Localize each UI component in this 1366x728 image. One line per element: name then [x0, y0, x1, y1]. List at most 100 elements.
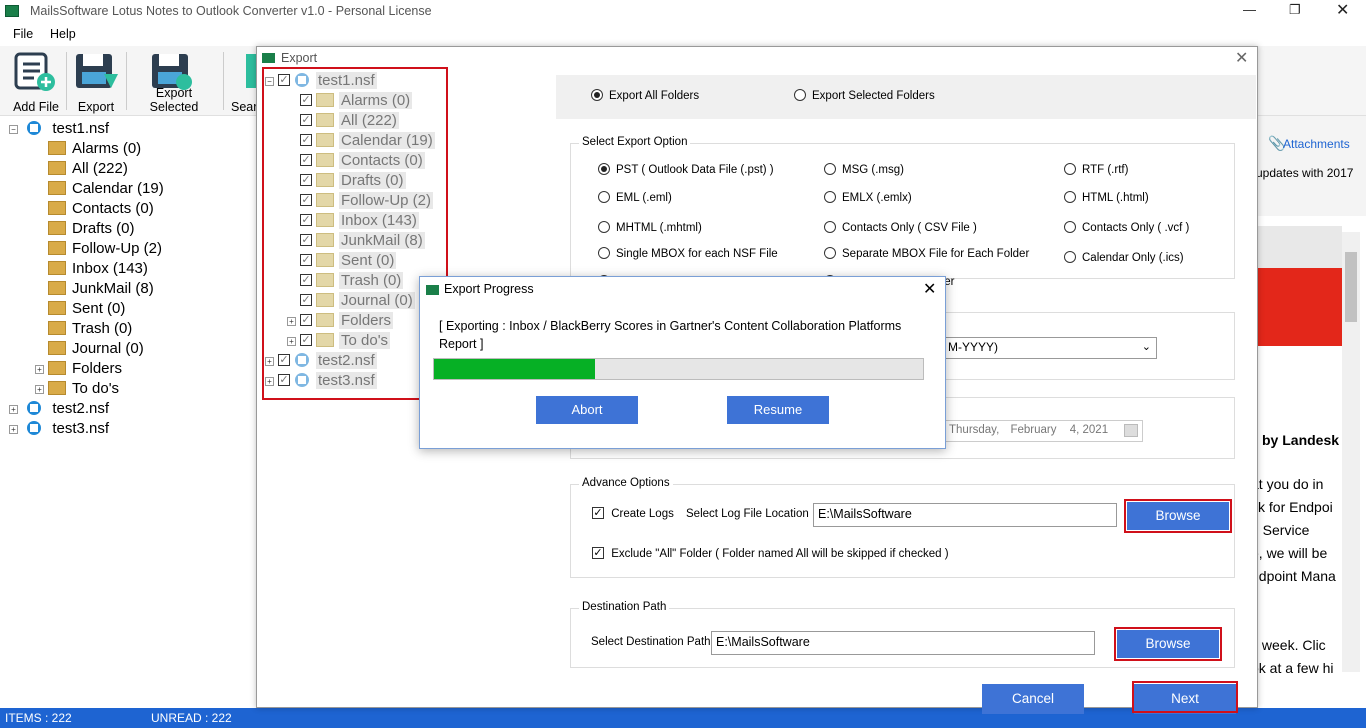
folder-icon — [48, 181, 66, 196]
radio[interactable] — [1064, 221, 1076, 233]
chevron-down-icon: ⌄ — [1141, 341, 1151, 353]
tree-node-test3[interactable]: + test3.nsf — [9, 420, 109, 440]
preview-text-line: ok at a few hi — [1251, 660, 1334, 676]
radio[interactable] — [794, 89, 806, 101]
tree-folder-drafts[interactable]: Drafts (0) — [48, 220, 135, 240]
tree-folder-calendar[interactable]: Calendar (19) — [48, 180, 164, 200]
export-option-title: Select Export Option — [579, 136, 691, 148]
dialog-title: Export — [281, 51, 318, 65]
calendar-icon[interactable] — [1124, 424, 1138, 437]
export-option-label: MHTML (.mhtml) — [616, 222, 702, 235]
date-picker[interactable]: Thursday, February 4, 2021 — [943, 420, 1143, 442]
attachments-link[interactable]: Attachments — [1283, 137, 1350, 151]
tree-label: Journal (0) — [72, 340, 144, 357]
tree-folder-trash[interactable]: Trash (0) — [48, 320, 132, 340]
tree-folder-junkmail[interactable]: JunkMail (8) — [48, 280, 154, 300]
export-option-emlx[interactable]: EMLX (.emlx) — [824, 191, 912, 204]
log-location-input[interactable]: E:\MailsSoftware — [813, 503, 1117, 527]
date-format-value: M-YYYY) — [948, 340, 999, 354]
radio[interactable] — [824, 247, 836, 259]
tree-folder-folders[interactable]: + Folders — [35, 360, 122, 380]
expand-icon[interactable]: + — [35, 364, 44, 374]
date-format-select[interactable]: M-YYYY) ⌄ — [943, 337, 1157, 359]
checkbox[interactable]: ✓ — [592, 547, 604, 559]
create-logs-checkbox[interactable]: ✓ Create Logs — [592, 507, 674, 520]
radio[interactable] — [824, 191, 836, 203]
export-option-mhtml[interactable]: MHTML (.mhtml) — [598, 221, 702, 235]
export-option-eml[interactable]: EML (.eml) — [598, 191, 672, 205]
cancel-button[interactable]: Cancel — [982, 684, 1084, 714]
export-option-calendar-only[interactable]: Calendar Only (.ics) — [1064, 251, 1184, 264]
export-option-pst[interactable]: PST ( Outlook Data File (.pst) ) — [598, 163, 774, 177]
collapse-icon[interactable]: − — [9, 124, 18, 134]
export-option-contacts-only[interactable]: Contacts Only ( .vcf ) — [1064, 221, 1189, 234]
scrollbar-thumb[interactable] — [1345, 252, 1357, 322]
log-location-label: Select Log File Location : — [686, 508, 816, 520]
export-option-msg[interactable]: MSG (.msg) — [824, 163, 904, 176]
expand-icon[interactable]: + — [9, 404, 18, 414]
tree-folder-inbox[interactable]: Inbox (143) — [48, 260, 148, 280]
expand-icon[interactable]: + — [35, 384, 44, 394]
tree-folder-sent[interactable]: Sent (0) — [48, 300, 125, 320]
tree-node-test1[interactable]: − test1.nsf — [9, 120, 109, 140]
radio[interactable] — [598, 163, 610, 175]
export-button[interactable]: Export — [72, 46, 120, 116]
tree-label: JunkMail (8) — [72, 280, 154, 297]
maximize-icon[interactable]: ❐ — [1289, 2, 1301, 18]
radio[interactable] — [598, 191, 610, 203]
export-option-rtf[interactable]: RTF (.rtf) — [1064, 163, 1128, 176]
destination-input[interactable]: E:\MailsSoftware — [711, 631, 1095, 655]
add-file-button[interactable]: Add File — [10, 46, 62, 116]
abort-button[interactable]: Abort — [536, 396, 638, 424]
tree-folder-contacts[interactable]: Contacts (0) — [48, 200, 154, 220]
tree-folder-to-do-s[interactable]: + To do's — [35, 380, 119, 400]
expand-icon[interactable]: + — [9, 424, 18, 434]
date-num: 4, 2021 — [1069, 424, 1109, 436]
menu-file[interactable]: File — [13, 27, 33, 41]
resume-button[interactable]: Resume — [727, 396, 829, 424]
preview-text-line: t, Service — [1251, 522, 1310, 538]
radio[interactable] — [591, 89, 603, 101]
radio[interactable] — [598, 221, 610, 233]
export-option-label: PST ( Outlook Data File (.pst) ) — [616, 164, 774, 177]
close-icon[interactable]: ✕ — [1336, 0, 1349, 20]
progress-close-icon[interactable]: ✕ — [923, 279, 936, 299]
destination-title: Destination Path — [579, 601, 670, 613]
next-highlight — [1132, 681, 1238, 713]
radio[interactable] — [1064, 191, 1076, 203]
search-button[interactable]: Searc — [228, 46, 258, 116]
folder-icon — [48, 281, 66, 296]
export-option-label: Contacts Only ( CSV File ) — [842, 222, 977, 235]
export-option-contacts-only[interactable]: Contacts Only ( CSV File ) — [824, 221, 977, 235]
tree-folder-journal[interactable]: Journal (0) — [48, 340, 144, 360]
toolbar-divider — [66, 52, 67, 110]
checkbox[interactable]: ✓ — [592, 507, 604, 519]
exclude-all-checkbox[interactable]: ✓ Exclude "All" Folder ( Folder named Al… — [592, 547, 949, 560]
export-option-separate-mbox-file-for-each-folder[interactable]: Separate MBOX File for Each Folder — [824, 247, 1029, 260]
radio[interactable] — [1064, 251, 1076, 263]
export-option-label: EML (.eml) — [616, 192, 672, 205]
export-option-single-mbox-for-each-nsf-file[interactable]: Single MBOX for each NSF File — [598, 247, 778, 260]
tree-node-test2[interactable]: + test2.nsf — [9, 400, 109, 420]
export-selected-button[interactable]: Export Selected — [130, 46, 218, 116]
tree-folder-all[interactable]: All (222) — [48, 160, 128, 180]
export-option-html[interactable]: HTML (.html) — [1064, 191, 1149, 205]
menu-help[interactable]: Help — [50, 27, 76, 41]
dialog-close-icon[interactable]: ✕ — [1235, 48, 1248, 68]
export-selected-radio[interactable]: Export Selected Folders — [794, 89, 935, 102]
dialog-app-icon — [262, 53, 275, 63]
radio[interactable] — [1064, 163, 1076, 175]
tree-folder-follow-up[interactable]: Follow-Up (2) — [48, 240, 162, 260]
minimize-icon[interactable]: — — [1243, 2, 1256, 17]
export-all-radio[interactable]: Export All Folders — [591, 89, 699, 102]
progress-app-icon — [426, 285, 439, 295]
export-label: Export — [77, 100, 115, 114]
tree-label: Drafts (0) — [72, 220, 135, 237]
preview-scrollbar[interactable] — [1342, 232, 1360, 672]
export-option-label: HTML (.html) — [1082, 192, 1149, 205]
tree-label: test3.nsf — [52, 420, 110, 437]
tree-folder-alarms[interactable]: Alarms (0) — [48, 140, 141, 160]
radio[interactable] — [598, 247, 610, 259]
radio[interactable] — [824, 163, 836, 175]
radio[interactable] — [824, 221, 836, 233]
